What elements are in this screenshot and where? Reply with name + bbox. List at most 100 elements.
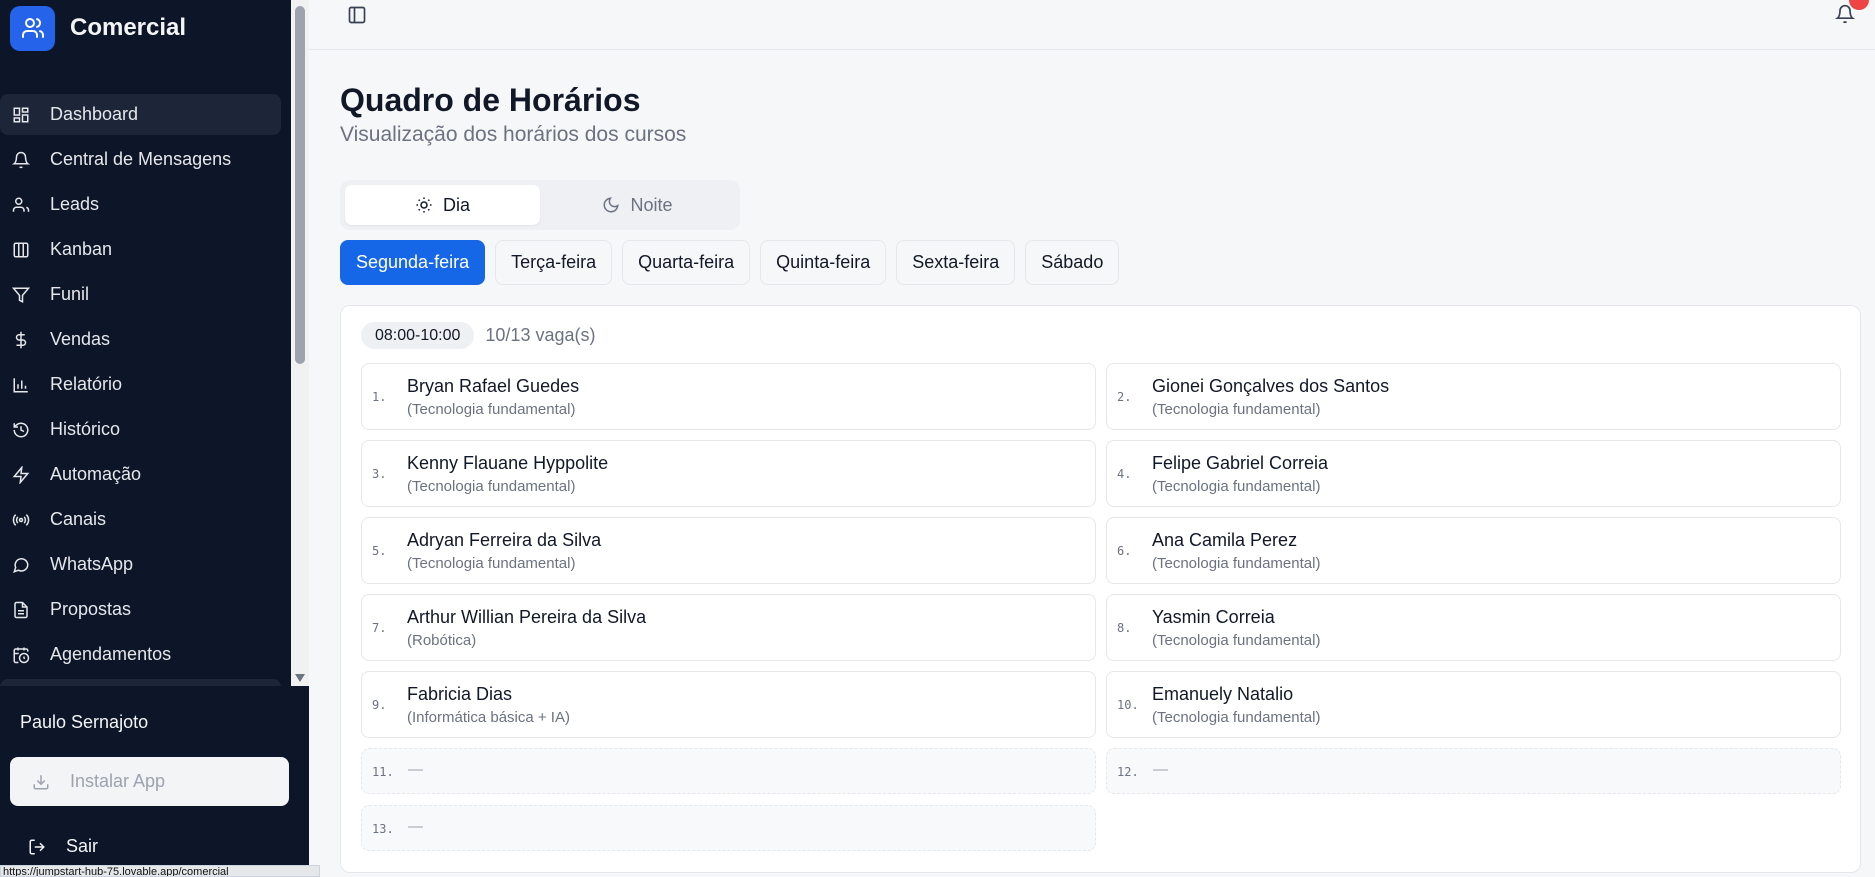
student-name: Yasmin Correia — [1152, 607, 1275, 627]
sidebar-item-label: WhatsApp — [50, 554, 134, 574]
tab-dia[interactable]: Dia — [345, 185, 540, 225]
seat-card[interactable]: 9. Fabricia Dias (Informática básica + I… — [361, 671, 1096, 738]
student-name: Ana Camila Perez — [1152, 530, 1298, 550]
sidebar-item-dashboard[interactable]: Dashboard — [0, 94, 281, 135]
scroll-down-arrow-icon[interactable] — [295, 674, 305, 682]
moon-icon — [602, 196, 620, 214]
sidebar-scrollbar[interactable] — [291, 0, 309, 686]
day-tab-quinta[interactable]: Quinta-feira — [760, 240, 887, 285]
time-badge: 08:00-10:00 — [361, 322, 475, 349]
empty-placeholder: — — [1153, 761, 1168, 778]
seat-card[interactable]: 3. Kenny Flauane Hyppolite (Tecnologia f… — [361, 440, 1096, 507]
seat-card[interactable]: 6. Ana Camila Perez (Tecnologia fundamen… — [1106, 517, 1841, 584]
day-tab-segunda[interactable]: Segunda-feira — [340, 240, 486, 285]
bar-chart-icon — [10, 374, 31, 395]
page-subtitle: Visualização dos horários dos cursos — [340, 123, 687, 146]
empty-placeholder: — — [408, 818, 423, 835]
day-tab-sexta[interactable]: Sexta-feira — [896, 240, 1016, 285]
seat-card[interactable]: 2. Gionei Gonçalves dos Santos (Tecnolog… — [1106, 363, 1841, 430]
sidebar-item-leads[interactable]: Leads — [0, 184, 281, 225]
sidebar-item-label: Relatório — [50, 374, 123, 394]
tab-label: Noite — [630, 194, 673, 215]
users-icon — [10, 194, 31, 215]
sidebar-item-label: Funil — [50, 284, 90, 304]
time-slot-card: 08:00-10:00 10/13 vaga(s) 1. Bryan Rafae… — [340, 305, 1861, 873]
slot-header: 08:00-10:00 10/13 vaga(s) — [361, 322, 595, 349]
sidebar-nav: Dashboard Central de Mensagens Leads Kan… — [0, 94, 291, 686]
users-logo-icon — [10, 5, 55, 51]
course-name: (Robótica) — [407, 632, 477, 649]
sidebar-item-label: Canais — [50, 509, 107, 529]
sun-icon — [415, 196, 433, 214]
status-url-tooltip: https://jumpstart-hub-75.lovable.app/com… — [0, 865, 320, 877]
seat-number: 10. — [1117, 698, 1139, 712]
seat-card[interactable]: 1. Bryan Rafael Guedes (Tecnologia funda… — [361, 363, 1096, 430]
top-bar — [309, 0, 1875, 50]
course-name: (Tecnologia fundamental) — [1152, 401, 1321, 418]
tab-label: Dia — [442, 194, 470, 215]
empty-seat[interactable]: 11. — — [361, 748, 1096, 794]
sidebar-item-propostas[interactable]: Propostas — [0, 589, 281, 630]
sidebar-item-automacao[interactable]: Automação — [0, 454, 281, 495]
seat-card[interactable]: 8. Yasmin Correia (Tecnologia fundamenta… — [1106, 594, 1841, 661]
logout-label: Sair — [66, 836, 99, 856]
sidebar-item-relatorio[interactable]: Relatório — [0, 364, 281, 405]
empty-seat[interactable]: 13. — — [361, 805, 1096, 851]
page-title: Quadro de Horários — [340, 82, 641, 118]
sidebar-item-central-de-mensagens[interactable]: Central de Mensagens — [0, 139, 281, 180]
sidebar-item-partial[interactable] — [0, 679, 281, 686]
seat-card[interactable]: 10. Emanuely Natalio (Tecnologia fundame… — [1106, 671, 1841, 738]
scroll-thumb[interactable] — [295, 6, 305, 364]
student-name: Fabricia Dias — [407, 684, 513, 704]
seat-card[interactable]: 4. Felipe Gabriel Correia (Tecnologia fu… — [1106, 440, 1841, 507]
sidebar-item-historico[interactable]: Histórico — [0, 409, 281, 450]
sidebar-item-kanban[interactable]: Kanban — [0, 229, 281, 270]
sidebar-item-whatsapp[interactable]: WhatsApp — [0, 544, 281, 585]
course-name: (Tecnologia fundamental) — [1152, 632, 1321, 649]
sidebar-item-label: Histórico — [50, 419, 121, 439]
seat-number: 2. — [1117, 390, 1132, 404]
brand-name: Comercial — [70, 14, 187, 41]
day-tab-quarta[interactable]: Quarta-feira — [622, 240, 751, 285]
download-icon — [32, 773, 50, 791]
student-name: Arthur Willian Pereira da Silva — [407, 607, 647, 627]
tab-noite[interactable]: Noite — [540, 185, 735, 225]
student-name: Kenny Flauane Hyppolite — [407, 453, 609, 473]
sidebar-item-agendamentos[interactable]: Agendamentos — [0, 634, 281, 675]
course-name: (Informática básica + IA) — [407, 709, 570, 726]
sidebar-item-canais[interactable]: Canais — [0, 499, 281, 540]
seat-number: 7. — [372, 621, 387, 635]
student-name: Emanuely Natalio — [1152, 684, 1294, 704]
seat-number: 11. — [372, 765, 394, 779]
seat-number: 8. — [1117, 621, 1132, 635]
seat-card[interactable]: 7. Arthur Willian Pereira da Silva (Robó… — [361, 594, 1096, 661]
user-name: Paulo Sernajoto — [20, 712, 149, 732]
day-tab-sabado[interactable]: Sábado — [1025, 240, 1120, 285]
sidebar-item-label: Leads — [50, 194, 100, 214]
history-icon — [10, 419, 31, 440]
logout-button[interactable]: Sair — [28, 836, 98, 857]
course-name: (Tecnologia fundamental) — [407, 555, 576, 572]
seat-number: 3. — [372, 467, 387, 481]
empty-seat[interactable]: 12. — — [1106, 748, 1841, 794]
sidebar-item-label: Central de Mensagens — [50, 149, 232, 169]
log-out-icon — [28, 838, 46, 856]
seat-number: 1. — [372, 390, 387, 404]
weekday-tabs: Segunda-feira Terça-feira Quarta-feira Q… — [340, 240, 1129, 285]
sidebar-item-vendas[interactable]: Vendas — [0, 319, 281, 360]
vacancy-count: 10/13 vaga(s) — [485, 325, 596, 345]
seat-card[interactable]: 5. Adryan Ferreira da Silva (Tecnologia … — [361, 517, 1096, 584]
sidebar: Comercial Dashboard Central de Mensagens… — [0, 0, 309, 877]
student-name: Adryan Ferreira da Silva — [407, 530, 602, 550]
day-tab-terca[interactable]: Terça-feira — [495, 240, 613, 285]
sidebar-item-funil[interactable]: Funil — [0, 274, 281, 315]
brand[interactable]: Comercial — [10, 5, 187, 51]
install-app-button[interactable]: Instalar App — [10, 757, 289, 806]
seat-number: 13. — [372, 822, 394, 836]
seat-number: 6. — [1117, 544, 1132, 558]
message-circle-icon — [10, 554, 31, 575]
sidebar-toggle-icon[interactable] — [347, 5, 367, 25]
grid-icon — [10, 104, 31, 125]
seat-number: 4. — [1117, 467, 1132, 481]
calendar-clock-icon — [10, 644, 31, 665]
